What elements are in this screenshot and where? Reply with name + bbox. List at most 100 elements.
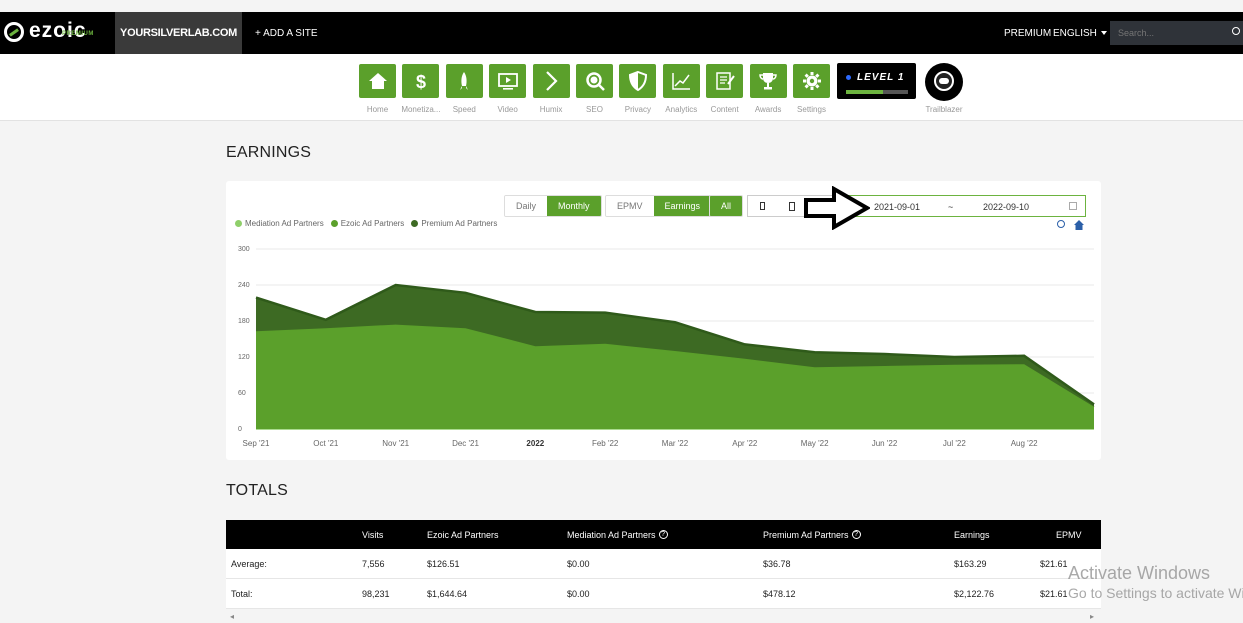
- table-cell: $21.61: [1040, 588, 1068, 599]
- legend-label: Mediation Ad Partners: [245, 219, 324, 228]
- nav-button-monetiza[interactable]: $: [402, 64, 440, 98]
- row-label: Total:: [231, 588, 253, 599]
- table-row: Total: 98,231 $1,644.64 $0.00 $478.12 $2,122.…: [226, 579, 1101, 609]
- table-scrollbar[interactable]: ◂ ▸: [226, 612, 1101, 623]
- nav-button-settings[interactable]: [793, 64, 830, 98]
- legend-label: Premium Ad Partners: [421, 219, 498, 228]
- y-tick-label: 60: [238, 390, 246, 397]
- premium-link[interactable]: PREMIUM: [1004, 12, 1051, 54]
- table-cell: $0.00: [567, 588, 590, 599]
- all-button[interactable]: All: [710, 196, 743, 216]
- date-separator: ~: [948, 202, 954, 212]
- header-mediation: Mediation Ad Partners ?: [567, 520, 668, 549]
- x-tick-label: Feb '22: [592, 439, 619, 448]
- nav-item-monetiza[interactable]: $ Monetiza...: [401, 64, 440, 114]
- nav-item-content[interactable]: Content: [706, 64, 744, 114]
- nav-item-humix[interactable]: Humix: [532, 64, 570, 114]
- nav-item-video[interactable]: Video: [489, 64, 527, 114]
- totals-table: Visits Ezoic Ad Partners Mediation Ad Pa…: [226, 520, 1101, 609]
- search-input[interactable]: [1110, 21, 1243, 45]
- language-dropdown[interactable]: ENGLISH: [1053, 12, 1107, 54]
- earnings-title: EARNINGS: [226, 144, 312, 161]
- svg-text:$: $: [416, 72, 426, 92]
- annotation-arrow-icon: [804, 186, 870, 230]
- tablet-icon: [788, 201, 795, 211]
- nav-button-home[interactable]: [359, 64, 396, 98]
- legend-dot: [235, 220, 242, 227]
- help-icon[interactable]: ?: [851, 530, 861, 539]
- top-bar: ezoic PREMIUM YOURSILVERLAB.COM + ADD A …: [0, 12, 1243, 54]
- table-cell: 98,231: [362, 588, 390, 599]
- x-tick-label: Mar '22: [662, 439, 689, 448]
- nav-item-privacy[interactable]: Privacy: [619, 64, 657, 114]
- help-icon[interactable]: ?: [658, 530, 668, 539]
- language-label: ENGLISH: [1053, 27, 1097, 39]
- site-selector[interactable]: YOURSILVERLAB.COM: [115, 12, 242, 54]
- logo-premium-label: PREMIUM: [62, 31, 94, 37]
- windows-activation-watermark: Activate Windows Go to Settings to activ…: [1068, 563, 1243, 601]
- earnings-button[interactable]: Earnings: [653, 196, 712, 216]
- y-tick-label: 300: [238, 246, 250, 253]
- nav-item-seo[interactable]: SEO: [576, 64, 613, 114]
- totals-header-row: Visits Ezoic Ad Partners Mediation Ad Pa…: [226, 520, 1101, 549]
- x-tick-label: Jun '22: [872, 439, 898, 448]
- legend-item[interactable]: Mediation Ad Partners: [235, 219, 324, 228]
- scroll-right-icon[interactable]: ▸: [1090, 612, 1094, 621]
- epmv-button[interactable]: EPMV: [606, 196, 654, 216]
- y-tick-label: 240: [238, 282, 250, 289]
- nav-item-analytics[interactable]: Analytics: [662, 64, 700, 114]
- scroll-left-icon[interactable]: ◂: [230, 612, 234, 621]
- level-dot: [846, 75, 851, 80]
- trailblazer-avatar[interactable]: [925, 63, 963, 101]
- calendar-icon: [1069, 202, 1077, 210]
- home-icon: [368, 73, 387, 89]
- level-badge[interactable]: LEVEL 1: [837, 63, 916, 99]
- table-cell: $36.78: [763, 558, 791, 569]
- metric-toggle: EPMV Earnings: [605, 195, 713, 217]
- level-progress-bar: [846, 90, 908, 94]
- nav-button-content[interactable]: [706, 64, 744, 98]
- tablet-filter[interactable]: [777, 201, 806, 211]
- all-toggle: All: [709, 195, 744, 217]
- daily-button[interactable]: Daily: [505, 196, 548, 216]
- date-start: 2021-09-01: [874, 202, 921, 212]
- date-range-picker[interactable]: 2021-09-01 ~ 2022-09-10: [836, 195, 1086, 217]
- add-site-link[interactable]: + ADD A SITE: [255, 12, 318, 54]
- y-tick-label: 180: [238, 318, 250, 325]
- nav-item-home[interactable]: Home: [359, 64, 396, 114]
- astronaut-icon: [934, 71, 954, 91]
- table-cell: $1,644.64: [427, 588, 468, 599]
- header-earnings: Earnings: [954, 529, 990, 540]
- row-label: Average:: [231, 558, 267, 569]
- table-cell: $163.29: [954, 558, 987, 569]
- nav-item-settings[interactable]: Settings: [793, 64, 830, 114]
- chart-legend: Mediation Ad Partners Ezoic Ad Partners Pr…: [235, 219, 504, 228]
- nav-button-speed[interactable]: [445, 64, 483, 98]
- monthly-button[interactable]: Monthly: [547, 196, 601, 216]
- x-tick-label: Apr '22: [732, 439, 758, 448]
- legend-dot: [330, 220, 338, 227]
- nav-button-humix[interactable]: [532, 64, 570, 98]
- table-cell: $126.51: [427, 558, 460, 569]
- nav-button-video[interactable]: [489, 64, 527, 98]
- nav-button-seo[interactable]: [576, 64, 613, 98]
- trailblazer-label: Trailblazer: [925, 105, 963, 114]
- mobile-icon: [760, 202, 766, 210]
- ezoic-logo-icon: [4, 22, 24, 42]
- legend-dot: [411, 220, 419, 227]
- reset-zoom-home-icon[interactable]: [1074, 220, 1084, 230]
- nav-item-speed[interactable]: Speed: [445, 64, 483, 114]
- x-tick-label: Oct '21: [313, 439, 339, 448]
- document-edit-icon: [715, 72, 735, 90]
- x-tick-label: Jul '22: [943, 439, 966, 448]
- legend-item[interactable]: Ezoic Ad Partners: [330, 219, 404, 228]
- nav-item-awards[interactable]: Awards: [749, 64, 787, 114]
- zoom-icon[interactable]: [1057, 220, 1065, 228]
- nav-button-privacy[interactable]: [619, 64, 657, 98]
- legend-item[interactable]: Premium Ad Partners: [411, 219, 497, 228]
- table-cell: $0.00: [567, 558, 590, 569]
- nav-button-awards[interactable]: [749, 64, 787, 98]
- mobile-filter[interactable]: [748, 202, 777, 210]
- nav-button-analytics[interactable]: [662, 64, 700, 98]
- search-icon[interactable]: [1232, 27, 1240, 35]
